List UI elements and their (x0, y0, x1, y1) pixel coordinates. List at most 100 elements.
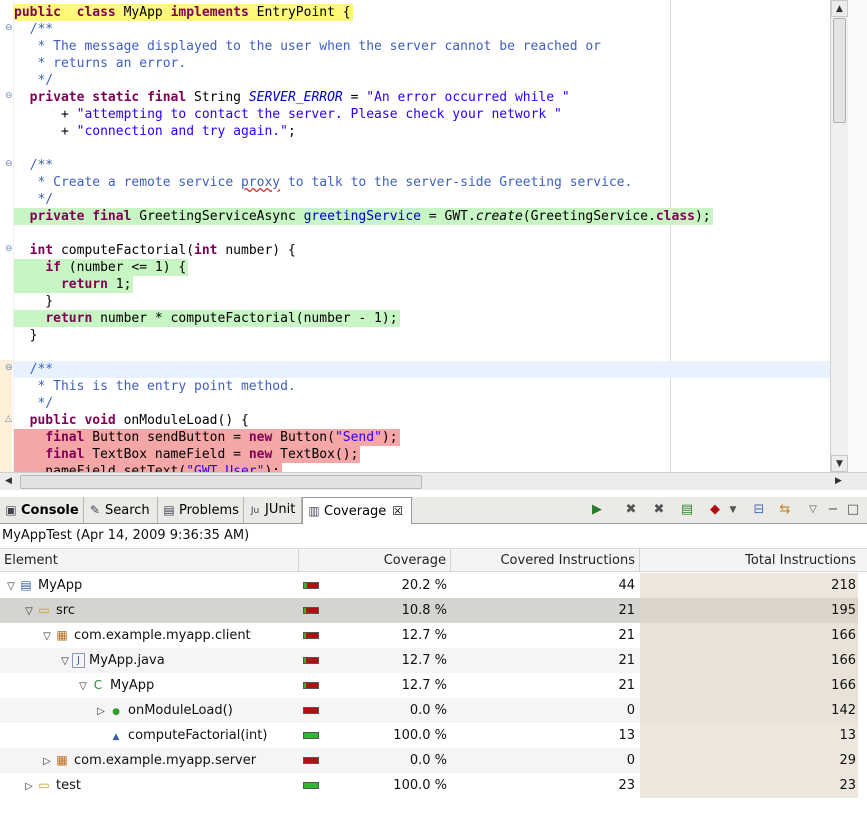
code-line: public void onModuleLoad() { (29, 413, 249, 428)
overview-ruler (848, 0, 867, 472)
minimize-icon[interactable]: − (824, 501, 842, 519)
relaunch-icon[interactable]: ▶ (588, 501, 606, 519)
code-line: /** (14, 361, 830, 378)
coverage-percent: 12.7 % (401, 653, 447, 668)
expanded-toggle-icon[interactable]: ▽ (40, 624, 54, 649)
covered-instructions: 0 (626, 753, 635, 768)
element-name: src (56, 603, 75, 618)
tab-label: Search (105, 503, 150, 518)
element-name: computeFactorial(int) (128, 728, 268, 743)
expanded-toggle-icon[interactable]: ▽ (22, 599, 36, 624)
fold-toggle-icon[interactable]: ⊖ (5, 159, 13, 169)
maximize-icon[interactable]: □ (844, 501, 862, 519)
close-tab-icon[interactable]: ☒ (392, 504, 403, 518)
fold-toggle-icon[interactable]: ⊖ (5, 91, 13, 101)
tab-coverage[interactable]: ▥ Coverage ☒ (302, 497, 412, 524)
table-row[interactable]: ▷ ▭ test 100.0 % 23 23 (0, 773, 867, 798)
code-line: /** (14, 22, 54, 37)
collapsed-toggle-icon[interactable]: ▷ (94, 699, 108, 724)
column-header-coverage[interactable]: Coverage (299, 549, 451, 572)
column-header-element[interactable]: Element (0, 549, 299, 572)
coverage-percent: 10.8 % (401, 603, 447, 618)
collapse-all-icon[interactable]: ⊟ (750, 501, 768, 519)
table-row[interactable]: ▽ ▭ src 10.8 % 21 195 (0, 598, 867, 623)
coverage-percent: 12.7 % (401, 678, 447, 693)
override-marker-icon[interactable]: △ (5, 414, 12, 424)
project-icon: ▤ (20, 578, 32, 592)
total-instructions: 195 (831, 603, 856, 618)
dropdown-arrow-icon[interactable]: ▼ (724, 501, 742, 519)
code-line: * Create a remote service proxy to talk … (14, 175, 633, 190)
hscroll-thumb[interactable] (20, 475, 422, 489)
code-editor[interactable]: ⊖ ⊖ ⊖ ⊖ ⊖ △ public class MyApp implements Ent… (0, 0, 867, 472)
covered-instructions: 21 (618, 603, 635, 618)
total-instructions: 218 (831, 578, 856, 593)
tab-label: Problems (179, 503, 239, 518)
tab-label: JUnit (265, 502, 296, 517)
expanded-toggle-icon[interactable]: ▽ (58, 649, 72, 674)
covered-instructions: 21 (618, 628, 635, 643)
view-menu-icon[interactable]: ▽ (804, 501, 822, 519)
tab-console[interactable]: ▣ Console (0, 497, 84, 523)
total-instructions: 23 (839, 778, 856, 793)
code-line: public class MyApp implements EntryPoint… (14, 4, 353, 21)
coverage-percent: 100.0 % (393, 778, 447, 793)
table-row[interactable]: ▽ ▤ MyApp 20.2 % 44 218 (0, 573, 867, 598)
table-row[interactable]: ▽ ▦ com.example.myapp.client 12.7 % 21 166 (0, 623, 867, 648)
code-line: return number * computeFactorial(number … (14, 310, 830, 327)
table-row[interactable]: ▽ C MyApp 12.7 % 21 166 (0, 673, 867, 698)
code-line: int computeFactorial(int number) { (29, 243, 296, 258)
code-line: /** (14, 158, 54, 173)
table-row[interactable]: ▽ J MyApp.java 12.7 % 21 166 (0, 648, 867, 673)
coverage-tree-table: ▽ ▤ MyApp 20.2 % 44 218 ▽ ▭ src 10.8 % 21 195 ▽ ▦ com.… (0, 573, 867, 798)
total-instructions: 142 (831, 703, 856, 718)
fold-toggle-icon[interactable]: ⊖ (5, 244, 13, 254)
table-row[interactable]: ▲ computeFactorial(int) 100.0 % 13 13 (0, 723, 867, 748)
editor-horizontal-scrollbar[interactable]: ◀ ▶ (0, 472, 867, 490)
code-line: final Button sendButton = new Button("Se… (14, 429, 830, 446)
total-instructions: 166 (831, 653, 856, 668)
table-row[interactable]: ▷ ● onModuleLoad() 0.0 % 0 142 (0, 698, 867, 723)
editor-vertical-scrollbar[interactable]: ▲ ▼ (830, 0, 848, 472)
coverage-table-header: Element Coverage Covered Instructions To… (0, 548, 867, 572)
scroll-left-arrow-icon[interactable]: ◀ (0, 473, 17, 490)
code-line: + "connection and try again."; (14, 124, 296, 139)
collapsed-toggle-icon[interactable]: ▷ (40, 749, 54, 774)
scroll-down-arrow-icon[interactable]: ▼ (831, 455, 848, 472)
code-line: private static final String SERVER_ERROR… (29, 90, 570, 105)
scroll-thumb[interactable] (833, 18, 846, 123)
column-header-covered-instructions[interactable]: Covered Instructions (451, 549, 640, 572)
code-line: nameField.setText("GWT User"); (14, 463, 830, 472)
package-icon: ▦ (56, 628, 68, 642)
column-header-total-instructions[interactable]: Total Instructions (640, 549, 858, 572)
view-tab-bar: ▣ Console ✎ Search ▤ Problems Ju JUnit ▥ Cove… (0, 497, 867, 524)
element-name: MyApp (38, 578, 83, 593)
expanded-toggle-icon[interactable]: ▽ (4, 574, 18, 599)
collapsed-toggle-icon[interactable]: ▷ (22, 774, 36, 799)
coverage-percent: 0.0 % (409, 753, 447, 768)
code-line: * returns an error. (14, 56, 187, 71)
tab-problems[interactable]: ▤ Problems (158, 497, 244, 523)
remove-all-sessions-icon[interactable]: ✖ (650, 501, 668, 519)
select-session-icon[interactable]: ◆ (706, 501, 724, 519)
coverage-icon: ▥ (308, 504, 320, 518)
covered-instructions: 21 (618, 653, 635, 668)
scroll-right-arrow-icon[interactable]: ▶ (830, 473, 847, 490)
tab-junit[interactable]: Ju JUnit (244, 497, 302, 523)
fold-toggle-icon[interactable]: ⊖ (5, 363, 13, 373)
console-icon: ▣ (5, 503, 17, 517)
remove-session-icon[interactable]: ✖ (622, 501, 640, 519)
scroll-up-arrow-icon[interactable]: ▲ (831, 0, 848, 17)
covered-instructions: 44 (618, 578, 635, 593)
merge-sessions-icon[interactable]: ▤ (678, 501, 696, 519)
table-row[interactable]: ▷ ▦ com.example.myapp.server 0.0 % 0 29 (0, 748, 867, 773)
tab-search[interactable]: ✎ Search (84, 497, 158, 523)
expanded-toggle-icon[interactable]: ▽ (76, 674, 90, 699)
method-default-icon: ▲ (112, 732, 120, 742)
coverage-session-label: MyAppTest (Apr 14, 2009 9:36:35 AM) (0, 524, 867, 548)
fold-toggle-icon[interactable]: ⊖ (5, 23, 13, 33)
link-with-editor-icon[interactable]: ⇆ (776, 501, 794, 519)
code-line: */ (14, 73, 54, 88)
